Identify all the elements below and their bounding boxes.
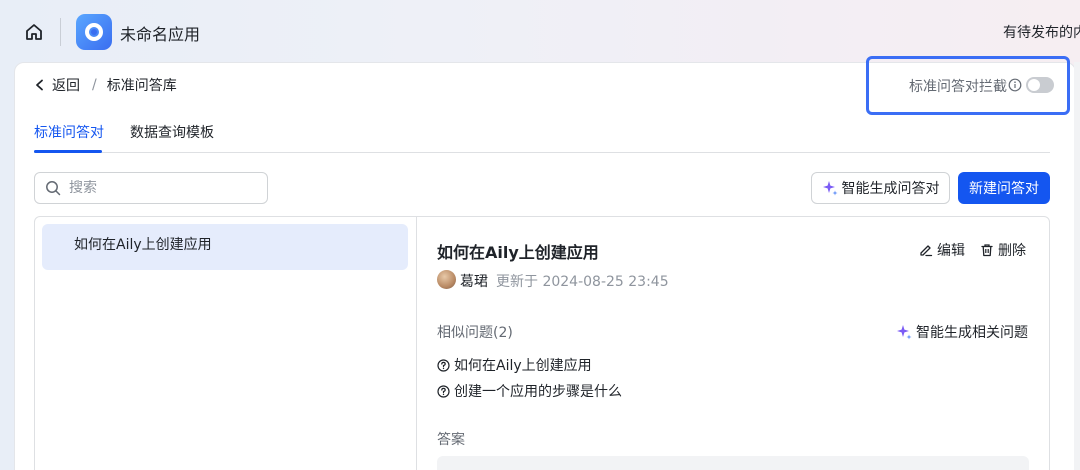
similar-question-text: 创建一个应用的步骤是什么 <box>454 384 622 400</box>
top-bar: 未命名应用 有待发布的内 <box>0 0 1080 62</box>
intercept-toggle[interactable] <box>1026 77 1054 93</box>
detail-title: 如何在Aily上创建应用 <box>437 243 599 262</box>
search-box <box>34 172 268 204</box>
list-item-label: 如何在Aily上创建应用 <box>74 237 212 253</box>
updated-timestamp: 更新于 2024-08-25 23:45 <box>496 274 669 290</box>
breadcrumb-current: 标准问答库 <box>106 78 177 94</box>
toggle-knob <box>1028 79 1040 91</box>
tab-bar: 标准问答对 数据查询模板 <box>34 116 1050 153</box>
new-qa-button[interactable]: 新建问答对 <box>958 172 1050 204</box>
app-logo <box>76 14 112 50</box>
chevron-left-icon <box>36 79 43 91</box>
app-logo-icon <box>85 23 103 41</box>
sparkle-icon <box>897 325 912 340</box>
edit-icon <box>920 245 933 257</box>
tab-standard-qa[interactable]: 标准问答对 <box>34 122 104 142</box>
list-divider <box>416 216 417 470</box>
top-divider <box>60 18 61 46</box>
question-circle-icon <box>437 384 450 398</box>
intercept-label: 标准问答对拦截 <box>909 79 1007 95</box>
home-button[interactable] <box>22 20 46 44</box>
tab-data-query-template[interactable]: 数据查询模板 <box>130 122 214 142</box>
new-qa-label: 新建问答对 <box>969 181 1039 197</box>
delete-label: 删除 <box>998 243 1026 259</box>
trash-icon <box>981 244 993 257</box>
delete-button[interactable]: 删除 <box>980 240 1026 260</box>
avatar <box>437 270 456 289</box>
side-panel-edge <box>1074 62 1080 470</box>
search-input[interactable] <box>69 180 249 196</box>
question-circle-icon <box>437 358 450 372</box>
pending-publish-notice[interactable]: 有待发布的内 <box>1003 22 1080 42</box>
edit-label: 编辑 <box>937 243 965 259</box>
similar-question-item: 如何在Aily上创建应用 <box>437 355 592 375</box>
edit-button[interactable]: 编辑 <box>919 240 965 260</box>
similar-question-text: 如何在Aily上创建应用 <box>454 358 592 374</box>
breadcrumb: 返回 / 标准问答库 <box>34 75 177 95</box>
similar-questions-label: 相似问题(2) <box>437 325 513 341</box>
ai-generate-qa-label: 智能生成问答对 <box>841 181 940 197</box>
ai-generate-qa-button[interactable]: 智能生成问答对 <box>811 172 950 204</box>
list-item[interactable]: 如何在Aily上创建应用 <box>42 224 408 270</box>
app-name: 未命名应用 <box>120 25 201 44</box>
search-icon <box>46 181 61 196</box>
info-icon[interactable] <box>1008 78 1022 92</box>
ai-generate-related-button[interactable]: 智能生成相关问题 <box>896 322 1028 342</box>
similar-question-item: 创建一个应用的步骤是什么 <box>437 381 622 401</box>
home-icon <box>26 24 42 40</box>
sparkle-icon <box>822 181 837 196</box>
answer-label: 答案 <box>437 432 465 448</box>
tab-active-indicator <box>34 150 102 153</box>
author-name: 葛珺 <box>460 274 488 290</box>
back-label: 返回 <box>52 78 80 94</box>
breadcrumb-separator: / <box>92 77 97 93</box>
ai-generate-related-label: 智能生成相关问题 <box>916 325 1028 341</box>
answer-content-box <box>437 456 1029 470</box>
back-button[interactable]: 返回 <box>34 75 80 95</box>
